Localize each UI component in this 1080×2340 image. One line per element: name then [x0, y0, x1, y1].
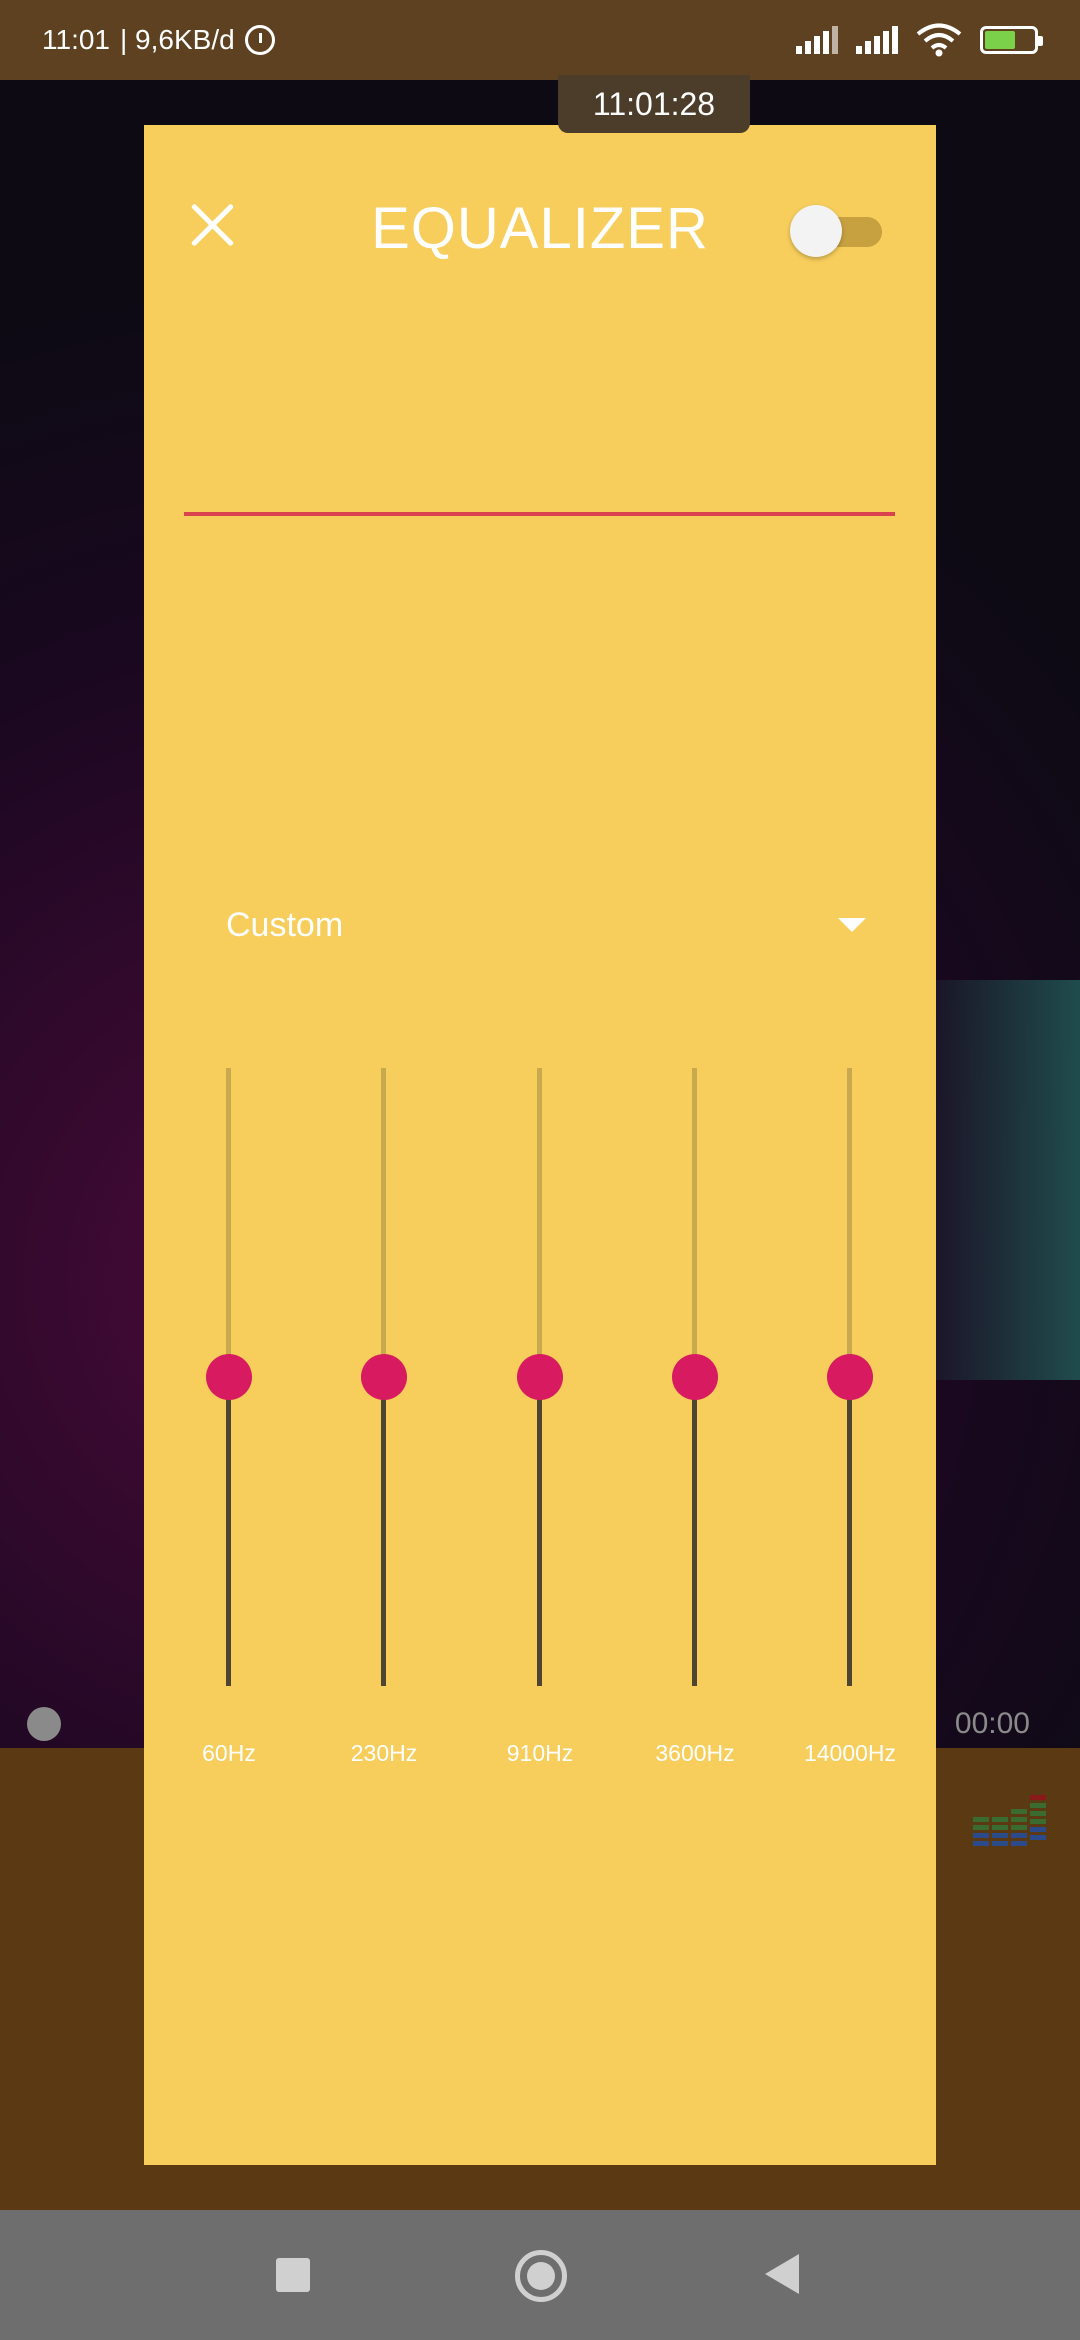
- band-slider-knob[interactable]: [206, 1354, 252, 1400]
- signal-icon: [796, 26, 838, 54]
- eq-band-3600hz: 3600Hz: [635, 945, 755, 1825]
- status-bar: 11:01 | 9,6KB/d: [0, 0, 1080, 80]
- status-left: 11:01 | 9,6KB/d: [42, 24, 275, 56]
- preset-label: Custom: [226, 905, 344, 944]
- equalizer-toggle[interactable]: [790, 203, 884, 257]
- elapsed-time: 00:00: [954, 1707, 1030, 1740]
- band-track-lower: [381, 1377, 386, 1686]
- band-label: 3600Hz: [655, 1740, 735, 1766]
- overlay-clock: 11:01:28: [558, 75, 750, 133]
- band-label: 60Hz: [202, 1740, 256, 1766]
- band-track-upper: [692, 1068, 697, 1377]
- eq-band-60hz: 60Hz: [169, 945, 289, 1825]
- signal-icon: [856, 26, 898, 54]
- band-track-lower: [226, 1377, 231, 1686]
- wifi-icon: [916, 23, 962, 57]
- network-speed: | 9,6KB/d: [120, 24, 235, 55]
- band-label: 230Hz: [350, 1740, 418, 1766]
- band-slider-knob[interactable]: [361, 1354, 407, 1400]
- band-track-lower: [847, 1377, 852, 1686]
- back-button[interactable]: [765, 2254, 799, 2294]
- band-track-upper: [847, 1068, 852, 1377]
- battery-charging-icon: [980, 26, 1043, 54]
- status-time: 11:01: [42, 24, 110, 55]
- band-track-upper: [381, 1068, 386, 1377]
- equalizer-icon[interactable]: [973, 1795, 1047, 1859]
- status-right: [796, 23, 1043, 57]
- band-track-lower: [692, 1377, 697, 1686]
- eq-band-910hz: 910Hz: [480, 945, 600, 1825]
- navigation-bar: [0, 2210, 1080, 2340]
- band-slider-knob[interactable]: [827, 1354, 873, 1400]
- divider-line: [184, 512, 895, 516]
- seekbar-thumb[interactable]: [27, 1707, 61, 1741]
- alarm-icon: [244, 25, 275, 55]
- toggle-thumb: [790, 205, 842, 257]
- band-slider-knob[interactable]: [672, 1354, 718, 1400]
- dropdown-arrow-icon: [838, 918, 866, 932]
- eq-band-14000hz: 14000Hz: [790, 945, 910, 1825]
- home-button[interactable]: [515, 2250, 567, 2302]
- recents-button[interactable]: [276, 2258, 310, 2292]
- band-label: 910Hz: [506, 1740, 574, 1766]
- band-track-upper: [537, 1068, 542, 1377]
- band-track-upper: [226, 1068, 231, 1377]
- eq-band-230hz: 230Hz: [324, 945, 444, 1825]
- band-track-lower: [537, 1377, 542, 1686]
- band-label: 14000Hz: [803, 1740, 897, 1766]
- band-slider-knob[interactable]: [517, 1354, 563, 1400]
- equalizer-dialog: EQUALIZER Custom 60Hz 230Hz 910Hz 3600Hz…: [144, 125, 936, 2165]
